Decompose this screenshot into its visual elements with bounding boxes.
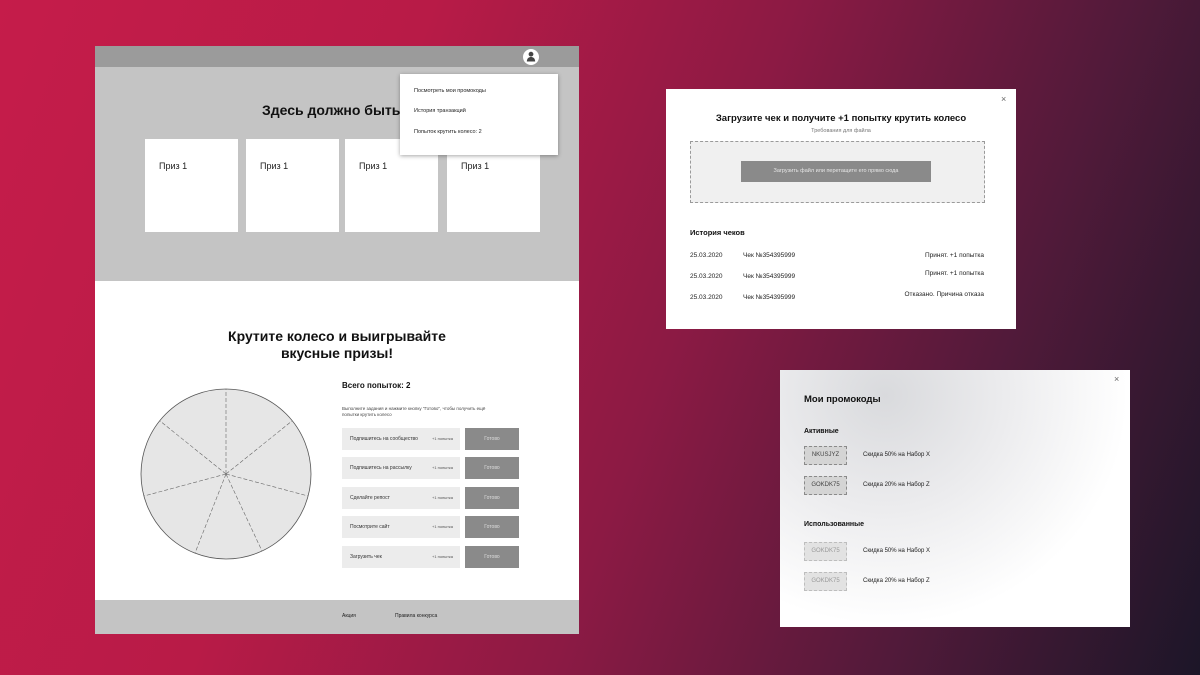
used-section-label: Использованные (804, 521, 865, 528)
active-section-label: Активные (804, 428, 839, 435)
task-bonus: +1 попытка (432, 436, 453, 441)
history-status: Отказано. Причина отказа (904, 291, 985, 298)
menu-item-attempts[interactable]: Попыток крутить колесо: 2 (414, 129, 482, 135)
close-icon[interactable]: × (1114, 374, 1119, 384)
task-row: Посмотрите сайт +1 попытка (342, 516, 460, 538)
task-bonus: +1 попытка (432, 495, 453, 500)
prize-label: Приз 1 (461, 161, 490, 171)
page-footer: Акция Правила конкурса (95, 600, 579, 634)
history-check: Чек №354395999 (743, 273, 796, 280)
task-row: Загрузить чек +1 попытка (342, 546, 460, 568)
user-avatar-icon[interactable] (523, 49, 539, 65)
promo-code-box[interactable]: GOKDK75 (804, 476, 847, 495)
upload-receipt-modal: × Загрузите чек и получите +1 попытку кр… (666, 89, 1016, 329)
task-label: Загрузить чек (350, 554, 382, 560)
main-page-wireframe: Здесь должно быть у Приз 1 Приз 1 Приз 1… (95, 46, 579, 634)
promo-code-description: Скидка 50% на Набор X (863, 452, 931, 458)
attempts-description: Выполните задания и нажмите кнопку "Гото… (342, 406, 486, 417)
prize-label: Приз 1 (159, 161, 188, 171)
menu-item-my-promocodes[interactable]: Посмотреть мои промокоды (414, 88, 486, 94)
upload-file-button[interactable]: Загрузить файл или перетащите его прямо … (741, 161, 931, 182)
task-bonus: +1 попытка (432, 465, 453, 470)
promo-code-description: Скидка 50% на Набор X (863, 548, 931, 554)
history-status: Принят. +1 попытка (924, 270, 984, 277)
task-done-button[interactable]: Готово (465, 428, 519, 450)
prize-wheel[interactable] (140, 388, 312, 560)
prize-card[interactable]: Приз 1 (145, 139, 238, 232)
history-status: Принят. +1 попытка (924, 252, 984, 259)
top-bar (95, 46, 579, 67)
footer-link-promo[interactable]: Акция (342, 613, 356, 619)
file-requirements-link[interactable]: Требования для файла (666, 128, 1016, 134)
modal-title: Мои промокоды (804, 394, 881, 405)
history-check: Чек №354395999 (743, 294, 796, 301)
history-date: 25.03.2020 (690, 273, 723, 280)
task-done-button[interactable]: Готово (465, 516, 519, 538)
close-icon[interactable]: × (1001, 94, 1006, 104)
task-row: Сделайте репост +1 попытка (342, 487, 460, 509)
task-label: Подпишитесь на рассылку (350, 465, 412, 471)
task-row: Подпишитесь на рассылку +1 попытка (342, 457, 460, 479)
task-row: Подпишитесь на сообщество +1 попытка (342, 428, 460, 450)
history-check: Чек №354395999 (743, 252, 796, 259)
task-label: Посмотрите сайт (350, 524, 390, 530)
promo-code-description: Скидка 20% на Набор Z (863, 578, 930, 584)
task-bonus: +1 попытка (432, 554, 453, 559)
task-label: Сделайте репост (350, 495, 390, 501)
history-date: 25.03.2020 (690, 252, 723, 259)
task-label: Подпишитесь на сообщество (350, 436, 418, 442)
menu-item-transaction-history[interactable]: История транзакций (414, 108, 466, 114)
promo-code-box-used: GOKDK75 (804, 572, 847, 591)
task-done-button[interactable]: Готово (465, 457, 519, 479)
promo-code-description: Скидка 20% на Набор Z (863, 482, 930, 488)
user-dropdown-menu: Посмотреть мои промокоды История транзак… (400, 74, 558, 155)
attempts-title: Всего попыток: 2 (342, 381, 411, 390)
task-done-button[interactable]: Готово (465, 546, 519, 568)
prize-card[interactable]: Приз 1 (246, 139, 339, 232)
file-dropzone[interactable]: Загрузить файл или перетащите его прямо … (690, 141, 985, 203)
prize-label: Приз 1 (359, 161, 388, 171)
footer-link-rules[interactable]: Правила конкурса (395, 613, 437, 619)
history-date: 25.03.2020 (690, 294, 723, 301)
promo-code-box-used: GOKDK75 (804, 542, 847, 561)
wheel-title: Крутите колесо и выигрывайте вкусные при… (228, 328, 446, 361)
promo-code-box[interactable]: NKUSJYZ (804, 446, 847, 465)
prize-label: Приз 1 (260, 161, 289, 171)
history-title: История чеков (690, 228, 745, 237)
task-bonus: +1 попытка (432, 524, 453, 529)
modal-title: Загрузите чек и получите +1 попытку крут… (715, 113, 967, 124)
task-done-button[interactable]: Готово (465, 487, 519, 509)
my-promocodes-modal: × Мои промокоды Активные NKUSJYZ Скидка … (780, 370, 1130, 627)
